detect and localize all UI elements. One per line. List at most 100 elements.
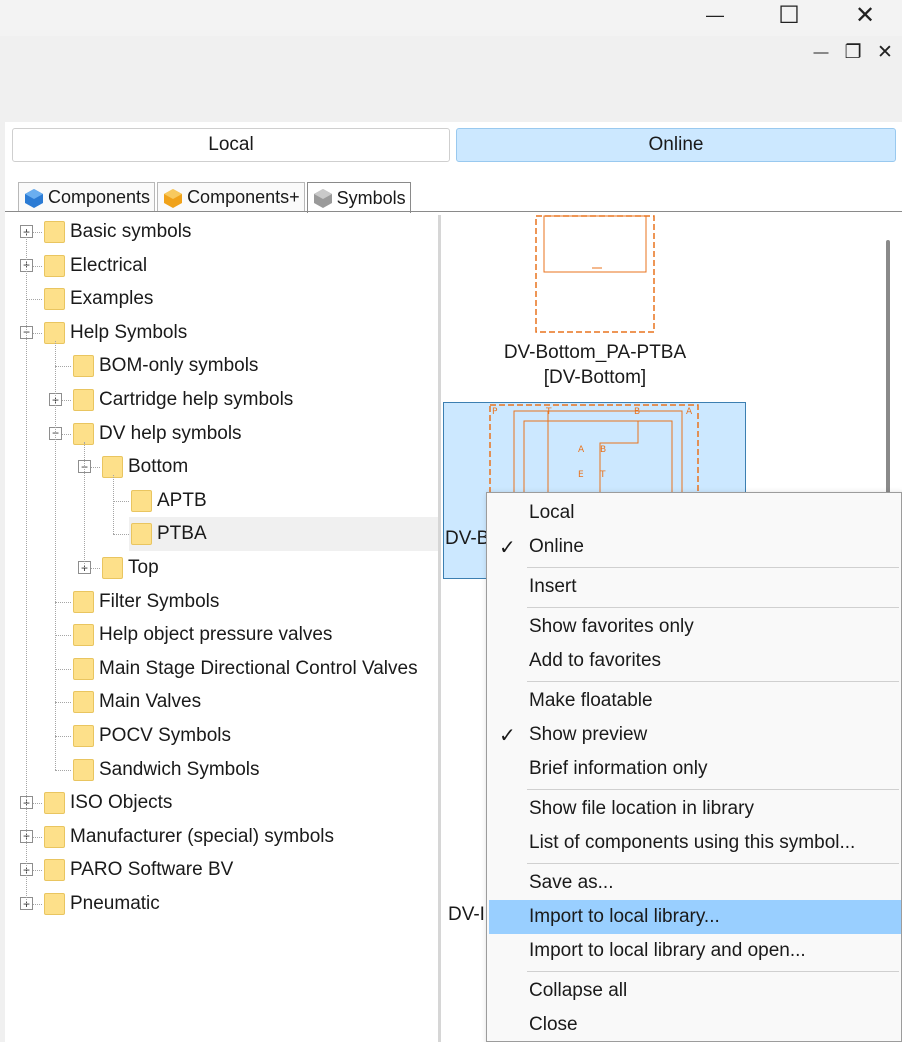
menu-item-list-of-components-using-this-symbol[interactable]: List of components using this symbol... [489,826,901,860]
menu-item-import-to-local-library-and-open[interactable]: Import to local library and open... [489,934,901,968]
folder-icon [73,624,94,647]
symbol-preview-selected: P T B A A B E T [489,404,699,495]
menu-item-label: Close [529,1014,578,1035]
menu-item-import-to-local-library[interactable]: Import to local library... [489,900,901,934]
tree-item[interactable]: Top [100,551,159,585]
tab-components[interactable]: Components [18,182,156,212]
checkmark-icon: ✓ [499,536,516,559]
menu-item-show-favorites-only[interactable]: Show favorites only [489,610,901,644]
library-tabs: Components Components+ Symbols [18,182,413,213]
tree-item[interactable]: Basic symbols [42,215,191,249]
tree-item[interactable]: BOM-only symbols [71,349,258,383]
context-menu: Local ✓ Online Insert Show favorites only Add… [486,492,902,1042]
minimize-button[interactable]: — [692,0,738,30]
symbol-caption[interactable]: DV-Bottom_PA-PTBA [DV-Bottom] [480,340,710,390]
cube-orange-icon [164,188,183,208]
online-toggle-button[interactable]: Online [456,128,896,162]
tree-item[interactable]: Filter Symbols [71,585,219,619]
tree-item[interactable]: Help Symbols [42,316,187,350]
menu-separator [527,681,899,682]
tree-item-label: Bottom [128,456,189,478]
menu-item-online[interactable]: ✓ Online [489,530,901,564]
tree-connector [55,702,71,704]
tree-connector [55,668,71,670]
tree-item[interactable]: Sandwich Symbols [71,753,260,787]
close-button[interactable]: ✕ [842,0,888,30]
tree-item[interactable]: Help object pressure valves [71,618,332,652]
panel-close-button[interactable]: ✕ [872,40,898,64]
tree-item-label: DV help symbols [99,422,242,444]
tree-item-label: Pneumatic [70,893,160,914]
symbol-caption-partial: DV-B [445,528,490,549]
port-label: E [578,470,584,480]
menu-item-local[interactable]: Local [489,496,901,530]
tab-components-plus[interactable]: Components+ [157,182,305,212]
tree-item-label: Examples [70,288,154,310]
tree-item[interactable]: APTB [129,484,207,518]
folder-icon [73,355,94,378]
menu-item-label: Collapse all [529,980,628,1001]
tree-item[interactable]: Cartridge help symbols [71,383,293,417]
tab-symbols[interactable]: Symbols [306,182,411,213]
local-toggle-label: Local [208,134,254,155]
tree-item[interactable]: Main Valves [71,685,201,719]
tree-item-label: Main Stage Directional Control Valves [99,657,418,679]
tree-item[interactable]: ISO Objects [42,786,172,820]
tree-item[interactable]: Electrical [42,249,147,283]
menu-item-insert[interactable]: Insert [489,570,901,604]
tree-item[interactable]: Manufacturer (special) symbols [42,820,334,854]
tree-connector [55,635,71,637]
tree-item[interactable]: POCV Symbols [71,719,231,753]
tree-connector [55,736,71,737]
tree-item-label: POCV Symbols [99,725,231,746]
tree-item[interactable]: Pneumatic [42,887,160,921]
tree-item[interactable]: PARO Software BV [42,853,233,887]
menu-item-add-to-favorites[interactable]: Add to favorites [489,644,901,678]
panel-restore-button[interactable]: ❐ [840,40,866,64]
tree-item-label: BOM-only symbols [99,355,259,377]
tree-item[interactable]: PTBA [129,517,438,552]
tree-item[interactable]: Examples [42,282,153,316]
tree-item-label: Electrical [70,254,148,276]
port-label: T [599,470,606,480]
maximize-button[interactable]: ☐ [766,0,812,30]
menu-separator [527,567,899,568]
local-toggle-button[interactable]: Local [12,128,450,162]
tree-item-label: Basic symbols [70,221,192,242]
symbol-tree: Basic symbols + Electrical + Examples Help Sy… [14,215,438,1042]
menu-item-label: Show preview [529,724,648,745]
online-toggle-label: Online [648,134,704,155]
folder-icon [73,691,94,714]
tree-connector [26,299,42,301]
tree-item[interactable]: Main Stage Directional Control Valves [71,652,418,686]
folder-icon [44,288,65,311]
tree-item-label: Sandwich Symbols [99,758,260,780]
vertical-scrollbar[interactable] [886,240,890,500]
menu-item-label: Make floatable [529,690,653,711]
panel-minimize-button[interactable]: — [808,40,834,64]
menu-item-close[interactable]: Close [489,1008,901,1042]
checkmark-icon: ✓ [499,724,516,747]
menu-item-show-file-location-in-library[interactable]: Show file location in library [489,792,901,826]
menu-item-label: Show file location in library [529,798,754,819]
folder-icon [44,859,65,882]
folder-icon [131,489,152,512]
menu-item-collapse-all[interactable]: Collapse all [489,974,901,1008]
menu-item-brief-information-only[interactable]: Brief information only [489,752,901,786]
menu-separator [527,863,899,864]
port-label: P [492,407,498,417]
menu-item-label: Import to local library... [529,906,720,927]
menu-item-save-as[interactable]: Save as... [489,866,901,900]
restore-icon: ❐ [844,41,862,63]
tree-item[interactable]: DV help symbols [71,417,242,451]
tree-item-label: Cartridge help symbols [99,389,294,410]
cube-blue-icon [25,188,43,208]
menu-item-show-preview[interactable]: ✓ Show preview [489,718,901,752]
menu-item-make-floatable[interactable]: Make floatable [489,684,901,718]
folder-icon [131,523,152,546]
close-icon: ✕ [854,1,876,29]
symbol-preview-dv-bottom-pa-ptba[interactable] [534,214,656,334]
tree-item-label: Help Symbols [70,321,188,343]
tree-item-label: PARO Software BV [70,859,234,881]
tree-connector [84,441,85,568]
